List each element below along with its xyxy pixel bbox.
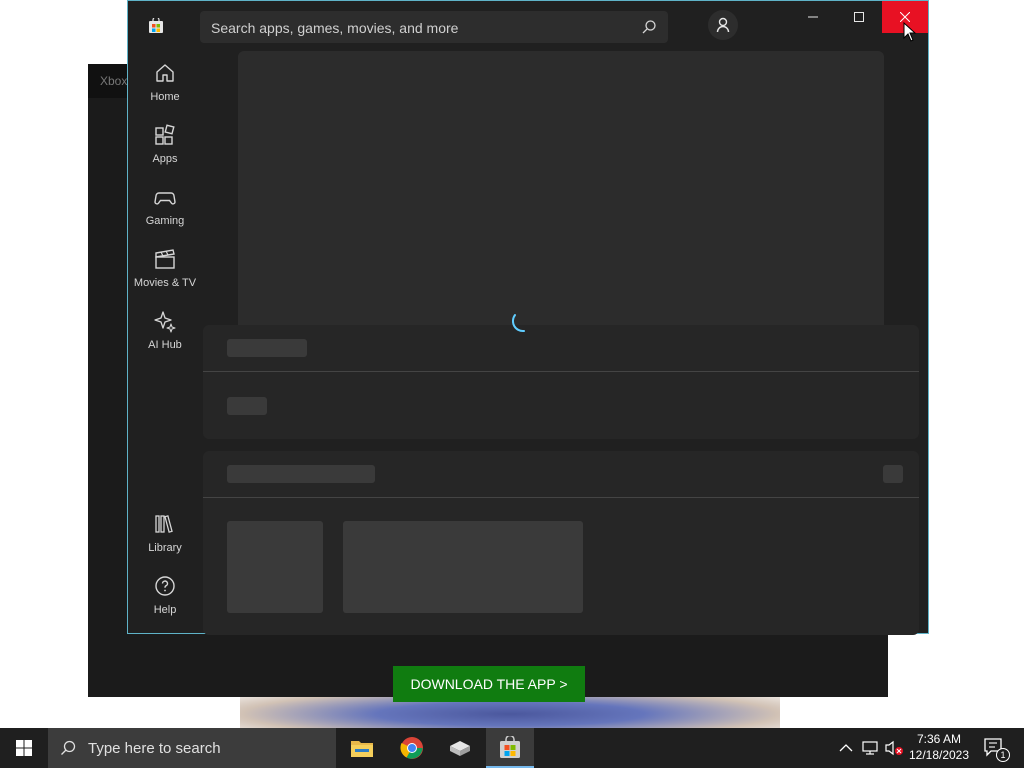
- search-icon[interactable]: [641, 19, 657, 35]
- notification-count: 1: [1000, 750, 1006, 760]
- clock[interactable]: 7:36 AM 12/18/2023: [906, 731, 972, 763]
- notification-center-button[interactable]: 1: [976, 728, 1024, 768]
- skeleton-tile: [343, 521, 583, 613]
- skeleton-button: [883, 465, 903, 483]
- clock-time: 7:36 AM: [916, 732, 962, 746]
- account-button[interactable]: [708, 10, 738, 40]
- nav-apps-label: Apps: [152, 153, 178, 165]
- store-search-box[interactable]: [200, 11, 668, 43]
- minimize-icon: [808, 16, 818, 18]
- hero-placeholder: [238, 51, 884, 371]
- clock-date: 12/18/2023: [908, 748, 970, 762]
- chevron-up-icon[interactable]: [838, 741, 854, 755]
- divider: [203, 497, 919, 498]
- nav-ai-hub-label: AI Hub: [148, 339, 182, 351]
- app-button[interactable]: [436, 728, 484, 768]
- skeleton-thumbnail: [227, 521, 323, 613]
- nav-movies-tv-label: Movies & TV: [133, 277, 197, 289]
- network-icon[interactable]: [862, 740, 880, 756]
- nav-gaming[interactable]: Gaming: [128, 185, 202, 241]
- xbox-window-title: Xbox: [88, 64, 128, 98]
- nav-library-label: Library: [148, 542, 182, 554]
- microsoft-store-button[interactable]: [486, 728, 534, 768]
- loading-spinner-icon: [512, 314, 525, 333]
- sparkle-icon: [154, 311, 176, 333]
- nav-apps[interactable]: Apps: [128, 123, 202, 179]
- library-icon: [155, 515, 173, 533]
- taskbar: 7:36 AM 12/18/2023 1: [0, 728, 1024, 768]
- notification-badge: 1: [996, 748, 1010, 762]
- maximize-icon: [854, 12, 864, 22]
- taskbar-search-input[interactable]: [88, 740, 318, 756]
- maximize-button[interactable]: [836, 1, 882, 33]
- close-icon: [900, 12, 910, 22]
- help-icon: [155, 576, 175, 596]
- file-explorer-button[interactable]: [338, 728, 386, 768]
- skeleton-title: [227, 465, 375, 483]
- microsoft-store-icon: [500, 736, 520, 758]
- skeleton-title: [227, 339, 307, 357]
- nav-library[interactable]: Library: [128, 512, 202, 568]
- file-explorer-icon: [351, 741, 373, 757]
- store-window: Home Apps Gaming Movies & TV AI Hub: [127, 0, 929, 635]
- nav-help-label: Help: [153, 604, 177, 616]
- nav-home[interactable]: Home: [128, 61, 202, 117]
- person-icon: [716, 17, 730, 33]
- nav-movies-tv[interactable]: Movies & TV: [128, 247, 202, 303]
- nav-ai-hub[interactable]: AI Hub: [128, 309, 202, 365]
- download-app-button[interactable]: DOWNLOAD THE APP >: [393, 666, 585, 702]
- clapperboard-icon: [155, 249, 175, 269]
- nav-help[interactable]: Help: [128, 574, 202, 630]
- nav-gaming-label: Gaming: [145, 215, 185, 227]
- store-search-input[interactable]: [211, 19, 631, 37]
- taskbar-search-box[interactable]: [48, 728, 336, 768]
- apps-icon: [155, 124, 175, 145]
- content-card-1: [203, 325, 919, 439]
- microsoft-store-icon: [149, 18, 163, 33]
- divider: [203, 371, 919, 372]
- content-card-2: [203, 451, 919, 635]
- minimize-button[interactable]: [790, 1, 836, 33]
- app-icon: [450, 741, 470, 756]
- mouse-cursor-icon: [903, 22, 917, 42]
- chrome-icon: [400, 737, 423, 759]
- start-button[interactable]: [0, 728, 48, 768]
- home-icon: [156, 64, 174, 82]
- nav-home-label: Home: [150, 91, 180, 103]
- volume-muted-icon[interactable]: [884, 740, 904, 756]
- search-icon: [61, 740, 76, 755]
- chrome-button[interactable]: [388, 728, 436, 768]
- windows-logo-icon: [16, 740, 32, 756]
- skeleton-text: [227, 397, 267, 415]
- gamepad-icon: [154, 192, 176, 205]
